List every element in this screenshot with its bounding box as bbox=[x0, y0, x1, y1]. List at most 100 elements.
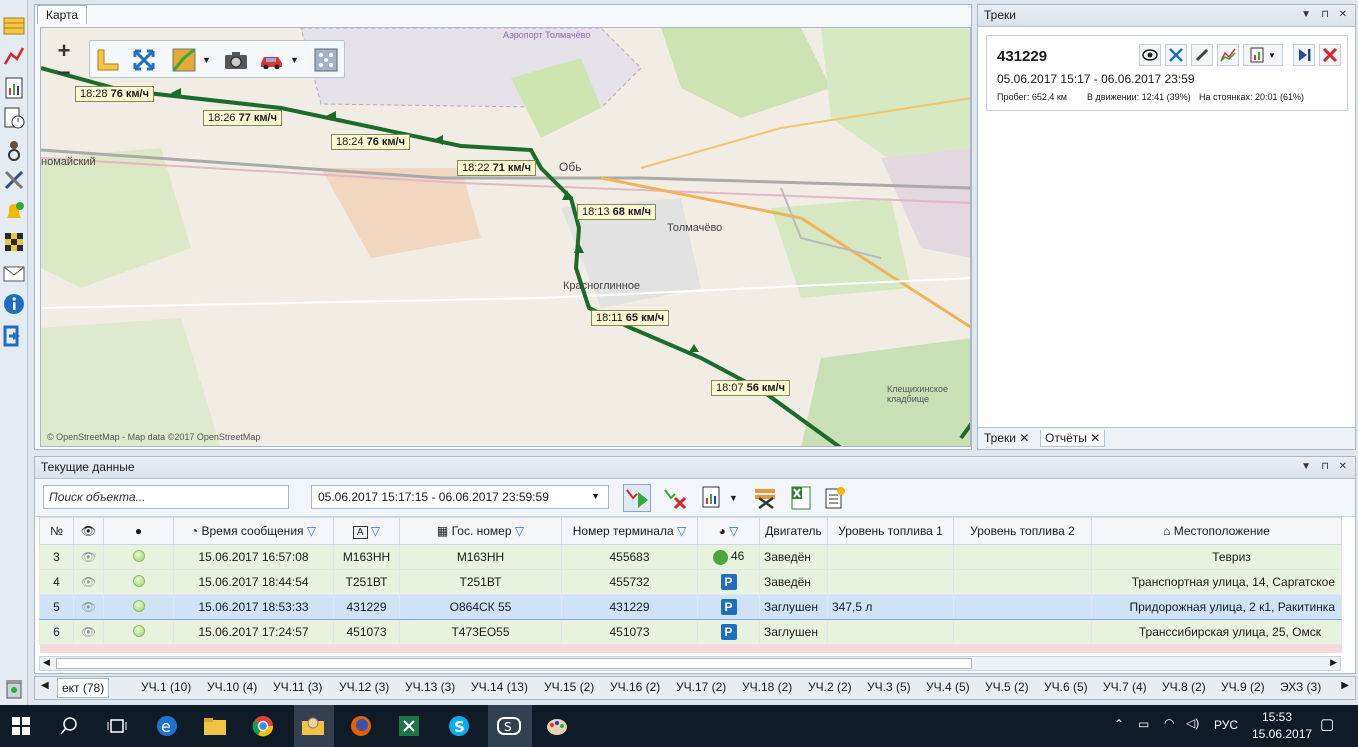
group-tab[interactable]: УЧ.8 (2) bbox=[1162, 680, 1206, 694]
column-header-engine[interactable]: Двигатель bbox=[759, 517, 828, 545]
speed-label[interactable]: 18:07 56 км/ч bbox=[711, 380, 790, 396]
zoom-in-button[interactable]: + bbox=[51, 40, 77, 62]
tab-close-icon[interactable]: ✕ bbox=[1090, 431, 1100, 445]
eye-icon[interactable]: 👁 bbox=[73, 594, 104, 620]
column-header-visibility[interactable]: 👁 bbox=[73, 517, 104, 545]
group-tab[interactable]: УЧ.3 (5) bbox=[867, 680, 911, 694]
firefox-icon[interactable] bbox=[346, 711, 376, 741]
filter-icon[interactable]: ▽ bbox=[307, 524, 316, 538]
column-header-terminal[interactable]: Номер терминала ▽ bbox=[561, 517, 698, 545]
skype-icon[interactable]: S bbox=[444, 711, 474, 741]
speed-label[interactable]: 18:28 76 км/ч bbox=[75, 86, 154, 102]
show-track-button[interactable] bbox=[623, 484, 651, 512]
tab-reports[interactable]: Отчёты ✕ bbox=[1040, 430, 1106, 447]
panel-pin-icon[interactable]: ⊓ bbox=[1321, 461, 1329, 472]
report-icon[interactable] bbox=[2, 76, 26, 100]
clock-date[interactable]: 15.06.2017 bbox=[1252, 727, 1312, 741]
fit-track-icon[interactable] bbox=[1165, 44, 1187, 66]
table-row-partial[interactable] bbox=[39, 644, 1342, 653]
group-tab[interactable]: УЧ.12 (3) bbox=[339, 680, 389, 694]
logout-icon[interactable] bbox=[2, 324, 26, 348]
tools-icon[interactable] bbox=[2, 168, 26, 192]
group-tab[interactable]: УЧ.10 (4) bbox=[207, 680, 257, 694]
search-input[interactable]: Поиск объекта... bbox=[43, 485, 289, 509]
recycle-bin-icon[interactable] bbox=[2, 676, 26, 700]
group-tab[interactable]: УЧ.5 (2) bbox=[985, 680, 1029, 694]
group-tab[interactable]: УЧ.4 (5) bbox=[926, 680, 970, 694]
excel-icon[interactable] bbox=[394, 711, 424, 741]
track-report-icon[interactable]: ▼ bbox=[1243, 44, 1283, 66]
windows-start-icon[interactable] bbox=[6, 711, 36, 741]
camera-icon[interactable] bbox=[222, 46, 250, 74]
column-header-fuel1[interactable]: Уровень топлива 1 bbox=[827, 517, 954, 545]
gis-app-icon[interactable] bbox=[298, 711, 328, 741]
task-view-icon[interactable] bbox=[102, 711, 132, 741]
filter-icon[interactable]: ▽ bbox=[677, 524, 686, 538]
table-row[interactable]: 3 👁 15.06.2017 16:57:08 М163НН М163НН 45… bbox=[39, 544, 1342, 570]
map-tab[interactable]: Карта bbox=[37, 5, 88, 24]
driver-icon[interactable] bbox=[2, 138, 26, 162]
group-tab[interactable]: УЧ.9 (2) bbox=[1221, 680, 1265, 694]
battery-icon[interactable]: ▭ bbox=[1138, 717, 1149, 731]
eye-icon[interactable] bbox=[1139, 44, 1161, 66]
layers-dropdown-arrow-icon[interactable]: ▼ bbox=[202, 55, 211, 65]
panel-pin-icon[interactable]: ⊓ bbox=[1321, 9, 1329, 20]
column-header-connection[interactable]: ● bbox=[103, 517, 174, 545]
eye-icon[interactable]: 👁 bbox=[73, 544, 104, 570]
track-icon[interactable] bbox=[2, 44, 26, 68]
edge-icon[interactable]: e bbox=[152, 711, 182, 741]
delete-columns-icon[interactable] bbox=[751, 484, 779, 512]
tabs-scroll-left-icon[interactable]: ◀ bbox=[41, 680, 49, 691]
file-explorer-icon[interactable] bbox=[200, 711, 230, 741]
tab-close-icon[interactable]: ✕ bbox=[1019, 431, 1029, 445]
panel-menu-icon[interactable]: ▼ bbox=[1301, 9, 1311, 20]
column-header-plate[interactable]: ▦ Гос. номер ▽ bbox=[399, 517, 562, 545]
car-icon[interactable] bbox=[258, 46, 286, 74]
fit-bounds-icon[interactable] bbox=[130, 46, 158, 74]
column-header-location[interactable]: ⌂ Местоположение bbox=[1091, 517, 1342, 545]
panel-close-icon[interactable]: ✕ bbox=[1339, 9, 1347, 20]
car-dropdown-arrow-icon[interactable]: ▼ bbox=[290, 55, 299, 65]
volume-icon[interactable]: ◁) bbox=[1186, 716, 1199, 730]
zoom-out-button[interactable]: − bbox=[51, 62, 77, 84]
tracking-app-icon[interactable]: S bbox=[494, 711, 524, 741]
pencil-icon[interactable] bbox=[1191, 44, 1213, 66]
panel-close-icon[interactable]: ✕ bbox=[1339, 461, 1347, 472]
notifications-icon[interactable]: ▢ bbox=[1320, 715, 1334, 733]
tabs-scroll-right-icon[interactable]: ▶ bbox=[1341, 680, 1349, 691]
group-tab[interactable]: УЧ.17 (2) bbox=[676, 680, 726, 694]
notes-icon[interactable] bbox=[821, 484, 849, 512]
remove-track-icon[interactable] bbox=[661, 484, 689, 512]
column-header-fuel2[interactable]: Уровень топлива 2 bbox=[953, 517, 1092, 545]
schedule-report-icon[interactable] bbox=[2, 106, 26, 130]
geofence-icon[interactable] bbox=[2, 230, 26, 254]
group-tab[interactable]: УЧ.13 (3) bbox=[405, 680, 455, 694]
chart-icon[interactable] bbox=[1217, 44, 1239, 66]
filter-icon[interactable]: ▽ bbox=[371, 524, 380, 538]
group-tab[interactable]: УЧ.11 (3) bbox=[273, 680, 322, 694]
column-header-name[interactable]: A ▽ bbox=[333, 517, 400, 545]
eye-icon[interactable]: 👁 bbox=[73, 569, 104, 595]
panel-menu-icon[interactable]: ▼ bbox=[1301, 461, 1311, 472]
scroll-right-icon[interactable]: ▶ bbox=[1330, 657, 1337, 668]
scroll-thumb[interactable] bbox=[56, 658, 972, 669]
language-indicator[interactable]: РУС bbox=[1214, 718, 1238, 732]
group-tab[interactable]: УЧ.14 (13) bbox=[471, 680, 528, 694]
filter-icon[interactable]: ▽ bbox=[729, 524, 738, 538]
speed-label[interactable]: 18:13 68 км/ч bbox=[577, 204, 656, 220]
group-tab[interactable]: ект (78) bbox=[57, 678, 110, 698]
table-icon[interactable] bbox=[2, 14, 26, 38]
group-tab[interactable]: УЧ.6 (5) bbox=[1044, 680, 1088, 694]
grid-select-icon[interactable] bbox=[312, 46, 340, 74]
table-row-selected[interactable]: 5 👁 15.06.2017 18:53:33 431229 О864СК 55… bbox=[39, 594, 1342, 620]
tray-chevron-icon[interactable]: ⌃ bbox=[1114, 717, 1124, 731]
layers-icon[interactable] bbox=[170, 46, 198, 74]
column-header-number[interactable]: № bbox=[39, 517, 74, 545]
speed-label[interactable]: 18:26 77 км/ч bbox=[203, 110, 282, 126]
export-excel-icon[interactable] bbox=[787, 484, 815, 512]
eye-icon[interactable]: 👁 bbox=[73, 619, 104, 645]
scroll-left-icon[interactable]: ◀ bbox=[43, 657, 50, 668]
close-track-icon[interactable] bbox=[1319, 44, 1341, 66]
group-tab[interactable]: УЧ.18 (2) bbox=[742, 680, 792, 694]
group-tab[interactable]: УЧ.15 (2) bbox=[544, 680, 594, 694]
